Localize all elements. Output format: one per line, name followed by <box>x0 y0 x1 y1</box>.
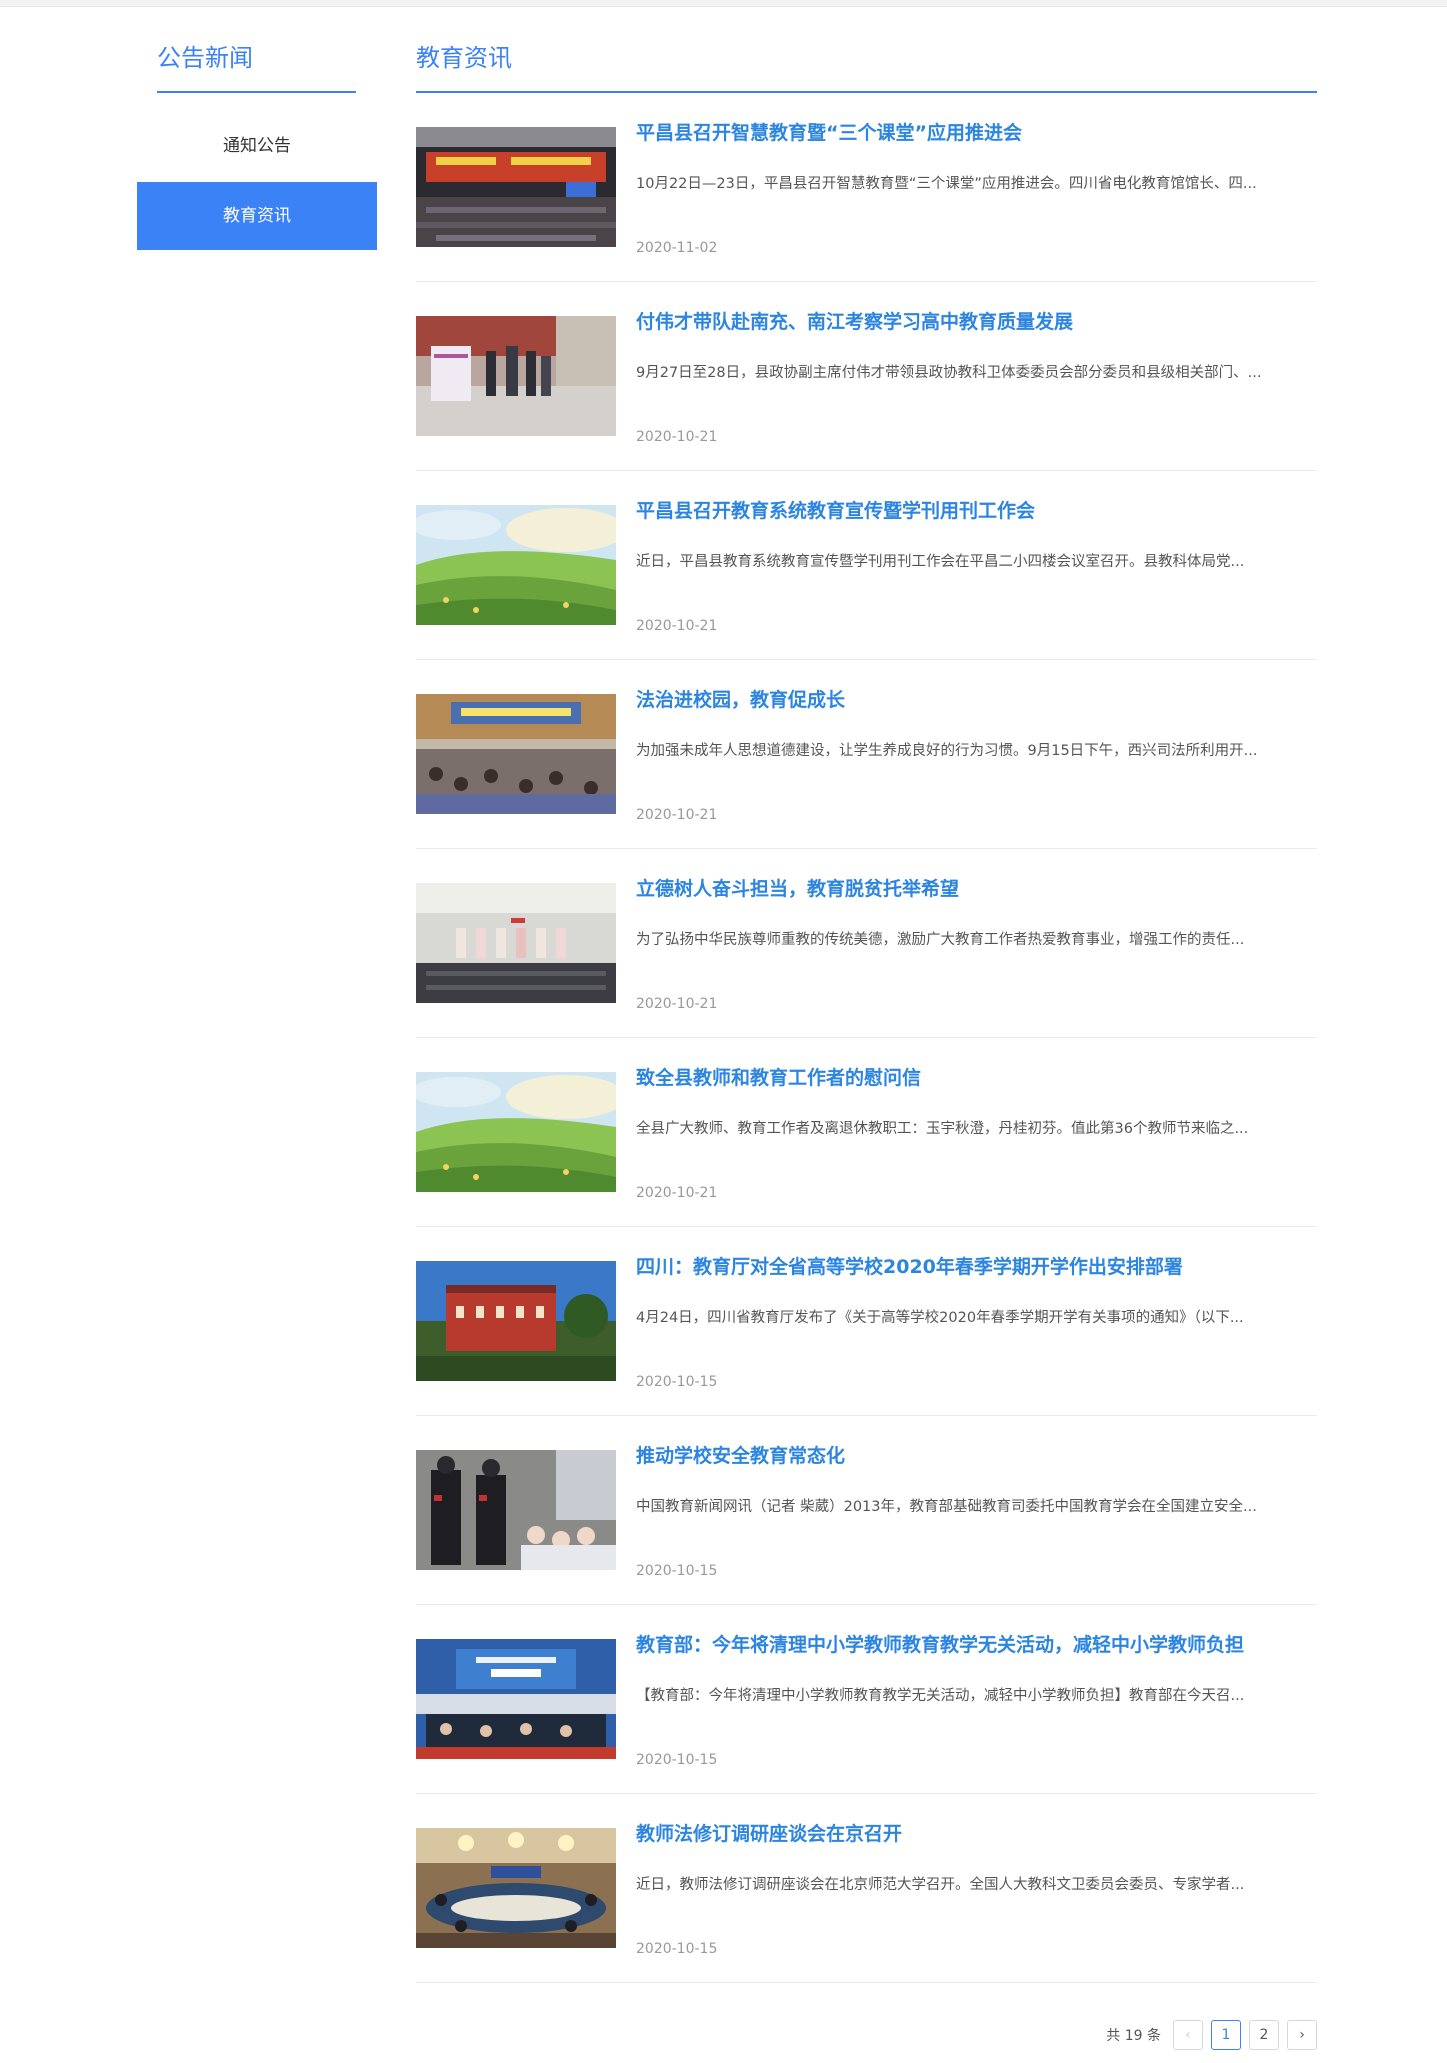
article-thumbnail[interactable] <box>416 1450 616 1570</box>
article-title-link[interactable]: 致全县教师和教育工作者的慰问信 <box>636 1063 1316 1090</box>
article-thumbnail[interactable] <box>416 1828 616 1948</box>
page-title: 教育资讯 <box>416 44 512 72</box>
list-item: 致全县教师和教育工作者的慰问信 全县广大教师、教育工作者及离退休教职工：玉宇秋澄… <box>416 1038 1317 1227</box>
article-date: 2020-10-15 <box>636 1374 718 1390</box>
prev-page-button[interactable]: ‹ <box>1173 2020 1203 2050</box>
sidebar-title-underline <box>157 91 356 93</box>
pagination-total: 共 19 条 <box>1106 2028 1161 2044</box>
sidebar-item-notices[interactable]: 通知公告 <box>137 112 377 180</box>
page-button-2[interactable]: 2 <box>1249 2020 1279 2050</box>
top-bar <box>0 0 1447 7</box>
article-summary: 【教育部：今年将清理中小学教师教育教学无关活动，减轻中小学教师负担】教育部在今天… <box>636 1688 1245 1704</box>
article-title-link[interactable]: 教育部：今年将清理中小学教师教育教学无关活动，减轻中小学教师负担 <box>636 1630 1316 1657</box>
article-thumbnail[interactable] <box>416 694 616 814</box>
article-date: 2020-10-15 <box>636 1941 718 1957</box>
article-summary: 近日，教师法修订调研座谈会在北京师范大学召开。全国人大教科文卫委员会委员、专家学… <box>636 1877 1245 1893</box>
article-thumbnail[interactable] <box>416 1072 616 1192</box>
article-summary: 全县广大教师、教育工作者及离退休教职工：玉宇秋澄，丹桂初芬。值此第36个教师节来… <box>636 1121 1249 1137</box>
article-title-link[interactable]: 平昌县召开教育系统教育宣传暨学刊用刊工作会 <box>636 496 1316 523</box>
list-item: 付伟才带队赴南充、南江考察学习高中教育质量发展 9月27日至28日，县政协副主席… <box>416 282 1317 471</box>
article-summary: 为加强未成年人思想道德建设，让学生养成良好的行为习惯。9月15日下午，西兴司法所… <box>636 743 1258 759</box>
article-thumbnail[interactable] <box>416 127 616 247</box>
article-summary: 4月24日，四川省教育厅发布了《关于高等学校2020年春季学期开学有关事项的通知… <box>636 1310 1244 1326</box>
chevron-left-icon: ‹ <box>1185 2027 1191 2043</box>
article-title-link[interactable]: 付伟才带队赴南充、南江考察学习高中教育质量发展 <box>636 307 1316 334</box>
article-thumbnail[interactable] <box>416 883 616 1003</box>
pagination: 共 19 条 ‹ 1 2 › <box>1106 2019 1317 2051</box>
article-date: 2020-10-21 <box>636 807 718 823</box>
list-item: 推动学校安全教育常态化 中国教育新闻网讯（记者 柴葳）2013年，教育部基础教育… <box>416 1416 1317 1605</box>
next-page-button[interactable]: › <box>1287 2020 1317 2050</box>
list-item: 教育部：今年将清理中小学教师教育教学无关活动，减轻中小学教师负担 【教育部：今年… <box>416 1605 1317 1794</box>
article-date: 2020-10-21 <box>636 996 718 1012</box>
article-title-link[interactable]: 立德树人奋斗担当，教育脱贫托举希望 <box>636 874 1316 901</box>
article-thumbnail[interactable] <box>416 316 616 436</box>
article-list: 平昌县召开智慧教育暨“三个课堂”应用推进会 10月22日—23日，平昌县召开智慧… <box>416 93 1317 1983</box>
article-summary: 9月27日至28日，县政协副主席付伟才带领县政协教科卫体委委员会部分委员和县级相… <box>636 365 1262 381</box>
article-date: 2020-10-21 <box>636 1185 718 1201</box>
article-thumbnail[interactable] <box>416 1261 616 1381</box>
list-item: 立德树人奋斗担当，教育脱贫托举希望 为了弘扬中华民族尊师重教的传统美德，激励广大… <box>416 849 1317 1038</box>
article-thumbnail[interactable] <box>416 505 616 625</box>
article-summary: 近日，平昌县教育系统教育宣传暨学刊用刊工作会在平昌二小四楼会议室召开。县教科体局… <box>636 554 1245 570</box>
chevron-right-icon: › <box>1299 2027 1305 2043</box>
article-title-link[interactable]: 平昌县召开智慧教育暨“三个课堂”应用推进会 <box>636 118 1316 145</box>
article-date: 2020-11-02 <box>636 240 718 256</box>
article-title-link[interactable]: 四川：教育厅对全省高等学校2020年春季学期开学作出安排部署 <box>636 1252 1316 1279</box>
article-date: 2020-10-21 <box>636 429 718 445</box>
article-summary: 为了弘扬中华民族尊师重教的传统美德，激励广大教育工作者热爱教育事业，增强工作的责… <box>636 932 1245 948</box>
page-button-1[interactable]: 1 <box>1211 2020 1241 2050</box>
list-item: 平昌县召开智慧教育暨“三个课堂”应用推进会 10月22日—23日，平昌县召开智慧… <box>416 93 1317 282</box>
article-title-link[interactable]: 法治进校园，教育促成长 <box>636 685 1316 712</box>
list-item: 平昌县召开教育系统教育宣传暨学刊用刊工作会 近日，平昌县教育系统教育宣传暨学刊用… <box>416 471 1317 660</box>
article-date: 2020-10-21 <box>636 618 718 634</box>
article-thumbnail[interactable] <box>416 1639 616 1759</box>
article-title-link[interactable]: 推动学校安全教育常态化 <box>636 1441 1316 1468</box>
article-title-link[interactable]: 教师法修订调研座谈会在京召开 <box>636 1819 1316 1846</box>
article-date: 2020-10-15 <box>636 1752 718 1768</box>
list-item: 教师法修订调研座谈会在京召开 近日，教师法修订调研座谈会在北京师范大学召开。全国… <box>416 1794 1317 1983</box>
article-date: 2020-10-15 <box>636 1563 718 1579</box>
list-item: 法治进校园，教育促成长 为加强未成年人思想道德建设，让学生养成良好的行为习惯。9… <box>416 660 1317 849</box>
list-item: 四川：教育厅对全省高等学校2020年春季学期开学作出安排部署 4月24日，四川省… <box>416 1227 1317 1416</box>
article-summary: 中国教育新闻网讯（记者 柴葳）2013年，教育部基础教育司委托中国教育学会在全国… <box>636 1499 1257 1515</box>
sidebar-title: 公告新闻 <box>157 44 253 72</box>
sidebar-item-education-news[interactable]: 教育资讯 <box>137 182 377 250</box>
article-summary: 10月22日—23日，平昌县召开智慧教育暨“三个课堂”应用推进会。四川省电化教育… <box>636 176 1257 192</box>
